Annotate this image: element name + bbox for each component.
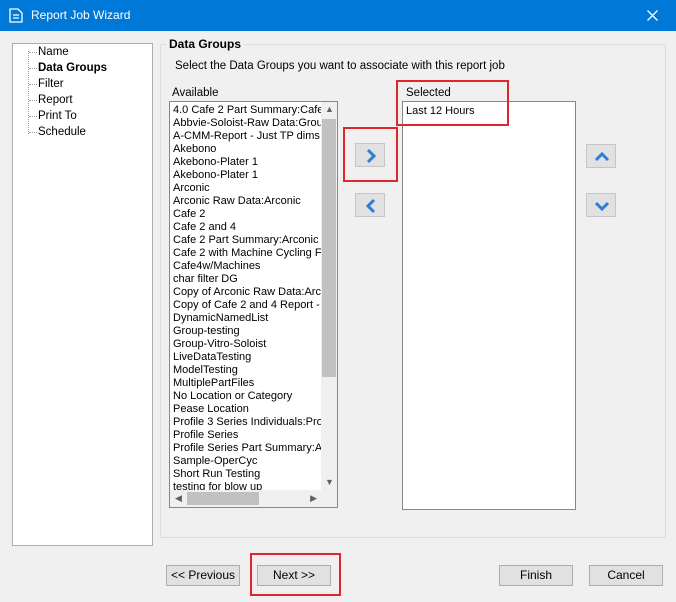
move-up-button[interactable] — [586, 144, 616, 168]
tree-line — [28, 51, 29, 134]
tree-tick — [29, 52, 37, 53]
highlight-box — [343, 127, 398, 182]
scrollbar-corner — [321, 490, 337, 507]
list-item[interactable]: Cafe 2 and 4 — [170, 221, 322, 234]
available-items: 4.0 Cafe 2 Part Summary:Cafe 2 Abbvie-Sol… — [170, 104, 322, 491]
list-item[interactable]: Group-Vitro-Soloist — [170, 338, 322, 351]
highlight-box — [396, 80, 509, 126]
list-item[interactable]: Cafe 2 — [170, 208, 322, 221]
available-listbox[interactable]: 4.0 Cafe 2 Part Summary:Cafe 2 Abbvie-Sol… — [169, 101, 338, 508]
list-item[interactable]: Akebono-Plater 1 — [170, 169, 322, 182]
list-item[interactable]: Short Run Testing — [170, 468, 322, 481]
section-title: Data Groups — [166, 37, 245, 51]
wizard-steps-tree: Name Data Groups Filter Report Print To … — [12, 43, 153, 546]
finish-button[interactable]: Finish — [499, 565, 573, 586]
tree-tick — [29, 100, 37, 101]
highlight-box — [250, 553, 341, 596]
list-item[interactable]: Profile Series Part Summary:Arco — [170, 442, 322, 455]
selected-listbox[interactable]: Last 12 Hours — [402, 101, 576, 510]
list-item[interactable]: Sample-OperCyc — [170, 455, 322, 468]
close-button[interactable] — [630, 0, 676, 31]
window-title: Report Job Wizard — [31, 8, 131, 22]
cancel-button[interactable]: Cancel — [589, 565, 663, 586]
available-label: Available — [172, 87, 219, 99]
tree-tick — [29, 132, 37, 133]
close-icon — [647, 10, 658, 21]
list-item[interactable]: Cafe 2 with Machine Cycling Filt — [170, 247, 322, 260]
scroll-right-arrow-icon[interactable]: ▶ — [310, 494, 317, 503]
list-item[interactable]: ModelTesting — [170, 364, 322, 377]
nav-item-report[interactable]: Report — [38, 93, 73, 108]
chevron-down-icon — [594, 201, 610, 212]
list-item[interactable]: Arconic Raw Data:Arconic — [170, 195, 322, 208]
list-item[interactable]: No Location or Category — [170, 390, 322, 403]
remove-from-selected-button[interactable] — [355, 193, 385, 217]
tree-tick — [29, 84, 37, 85]
previous-button[interactable]: << Previous — [166, 565, 240, 586]
list-item[interactable]: Profile Series — [170, 429, 322, 442]
list-item[interactable]: LiveDataTesting — [170, 351, 322, 364]
scroll-thumb[interactable] — [322, 119, 336, 377]
list-item[interactable]: Cafe 2 Part Summary:Arconic — [170, 234, 322, 247]
list-item[interactable]: Copy of Arconic Raw Data:Arco — [170, 286, 322, 299]
list-item[interactable]: DynamicNamedList — [170, 312, 322, 325]
nav-item-schedule[interactable]: Schedule — [38, 125, 86, 140]
scroll-down-arrow-icon[interactable]: ▼ — [325, 478, 334, 487]
list-item[interactable]: Cafe4w/Machines — [170, 260, 322, 273]
vertical-scrollbar[interactable]: ▲ ▼ — [321, 102, 337, 490]
nav-item-data-groups[interactable]: Data Groups — [38, 61, 107, 76]
tree-tick — [29, 116, 37, 117]
list-item[interactable]: 4.0 Cafe 2 Part Summary:Cafe 2 — [170, 104, 322, 117]
list-item[interactable]: MultiplePartFiles — [170, 377, 322, 390]
list-item[interactable]: char filter DG — [170, 273, 322, 286]
list-item[interactable]: Group-testing — [170, 325, 322, 338]
scroll-left-arrow-icon[interactable]: ◀ — [175, 494, 182, 503]
horizontal-scrollbar[interactable]: ◀ ▶ — [170, 490, 322, 507]
tree-tick — [29, 68, 37, 69]
list-item[interactable]: Copy of Cafe 2 and 4 Report - C — [170, 299, 322, 312]
nav-item-print-to[interactable]: Print To — [38, 109, 77, 124]
list-item[interactable]: Profile 3 Series Individuals:Profil — [170, 416, 322, 429]
chevron-left-icon — [365, 198, 376, 214]
nav-item-name[interactable]: Name — [38, 45, 69, 60]
list-item[interactable]: Pease Location — [170, 403, 322, 416]
scroll-thumb[interactable] — [187, 492, 259, 505]
instructions-text: Select the Data Groups you want to assoc… — [175, 60, 505, 72]
move-down-button[interactable] — [586, 193, 616, 217]
list-item[interactable]: Akebono — [170, 143, 322, 156]
list-item[interactable]: A-CMM-Report - Just TP dims — [170, 130, 322, 143]
list-item[interactable]: Abbvie-Soloist-Raw Data:Group — [170, 117, 322, 130]
list-item[interactable]: Arconic — [170, 182, 322, 195]
list-item[interactable]: Akebono-Plater 1 — [170, 156, 322, 169]
chevron-up-icon — [594, 151, 610, 162]
nav-item-filter[interactable]: Filter — [38, 77, 64, 92]
scroll-up-arrow-icon[interactable]: ▲ — [325, 105, 334, 114]
title-bar: Report Job Wizard — [0, 0, 676, 31]
document-icon — [9, 8, 23, 23]
